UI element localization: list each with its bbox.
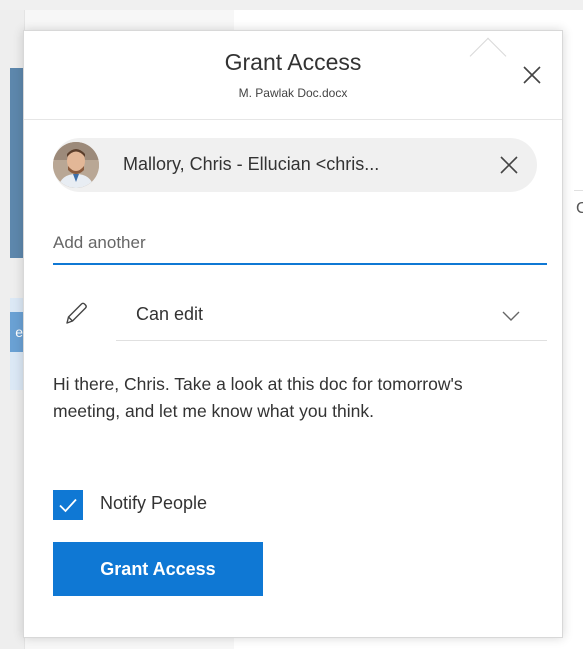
avatar (53, 142, 99, 188)
background-accent-block (10, 68, 24, 258)
dialog-header: Grant Access M. Pawlak Doc.docx (24, 31, 562, 119)
recipient-name: Mallory, Chris - Ellucian <chris... (123, 154, 380, 174)
grant-access-button[interactable]: Grant Access (53, 542, 263, 596)
permission-dropdown-chevron (502, 309, 520, 321)
checkmark-icon (59, 498, 77, 513)
grant-access-dialog: Grant Access M. Pawlak Doc.docx Mallory,… (23, 30, 563, 638)
background-right-letter: C (576, 200, 583, 217)
dialog-title: Grant Access (224, 49, 362, 75)
add-another-input[interactable] (53, 223, 547, 265)
background-divider (574, 190, 583, 191)
share-message[interactable]: Hi there, Chris. Take a look at this doc… (53, 371, 533, 425)
remove-recipient-button[interactable] (497, 153, 521, 177)
person-avatar-icon (53, 142, 99, 188)
close-icon (500, 156, 518, 174)
background-tab-letter: e (10, 312, 24, 352)
recipient-chip: Mallory, Chris - Ellucian <chris... (53, 138, 537, 192)
permission-selected-value: Can edit (136, 304, 204, 324)
notify-people-checkbox[interactable] (53, 490, 83, 520)
permission-icon (64, 300, 88, 326)
permission-dropdown[interactable]: Can edit (116, 289, 547, 341)
header-divider (24, 119, 562, 120)
chevron-down-icon (502, 311, 520, 321)
pencil-icon (66, 302, 87, 324)
file-name: M. Pawlak Doc.docx (238, 86, 348, 100)
close-button[interactable] (520, 63, 544, 87)
notify-people-label: Notify People (100, 493, 208, 513)
close-icon (523, 66, 541, 84)
background-top-strip (0, 0, 583, 10)
